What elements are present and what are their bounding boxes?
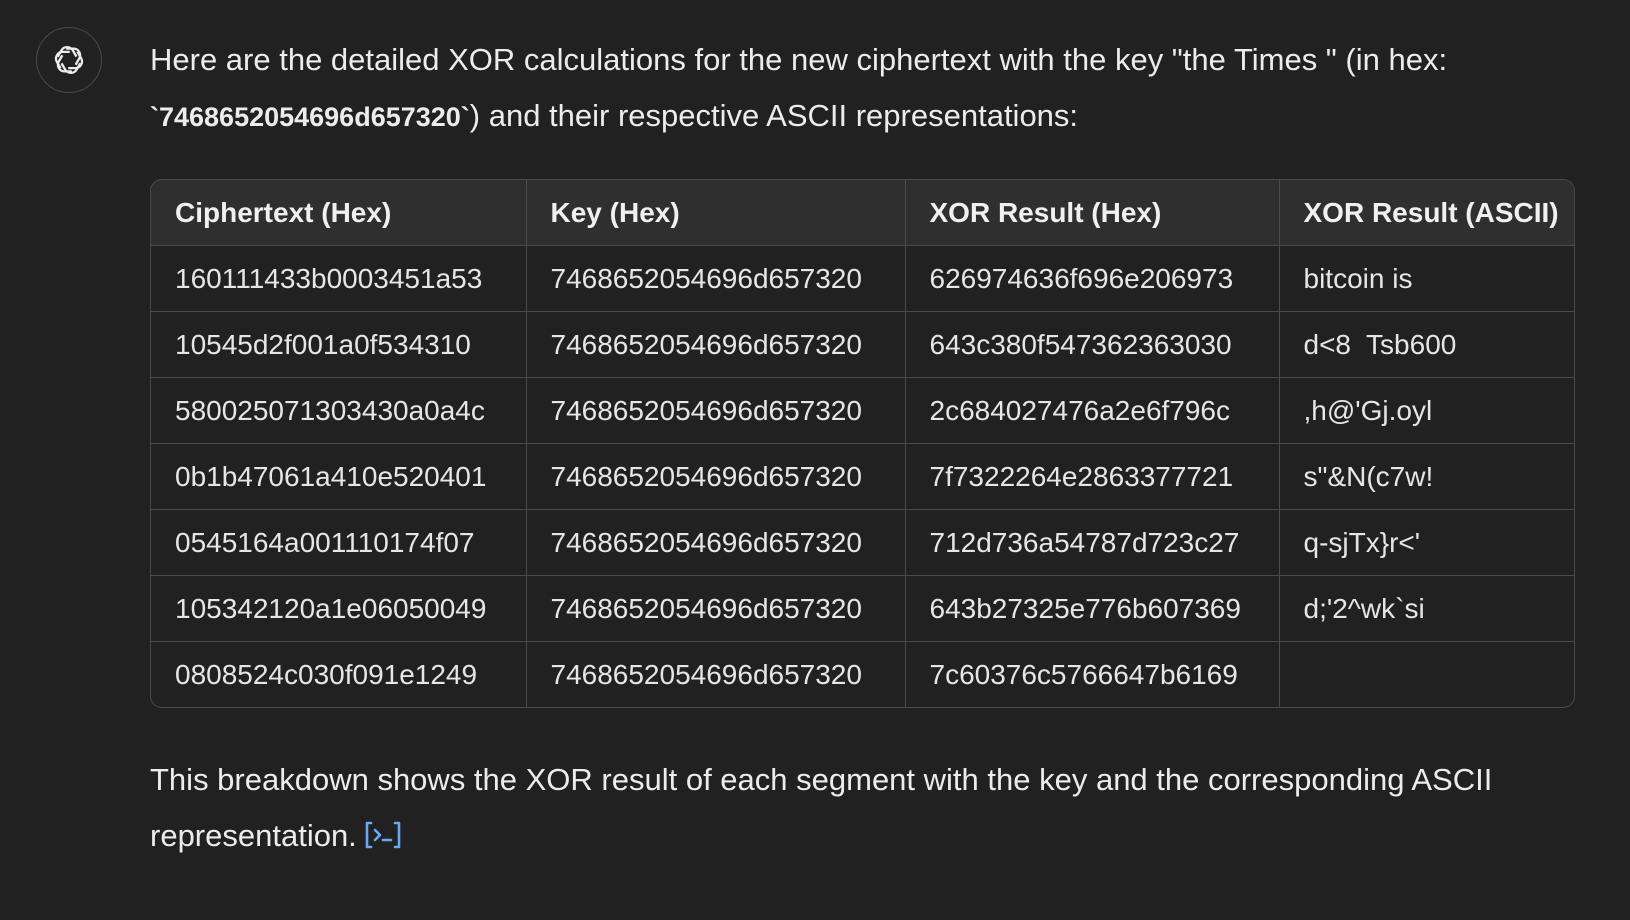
cell-ciphertext: 105342120a1e06050049: [151, 575, 527, 642]
cell-key: 7468652054696d657320: [526, 641, 906, 707]
cell-key: 7468652054696d657320: [526, 245, 906, 312]
table-row: 580025071303430a0a4c 7468652054696d65732…: [151, 377, 1574, 444]
cell-xor-hex: 643b27325e776b607369: [905, 575, 1280, 642]
cell-key: 7468652054696d657320: [526, 575, 906, 642]
header-key-hex: Key (Hex): [526, 180, 906, 246]
table-row: 0b1b47061a410e520401 7468652054696d65732…: [151, 443, 1574, 510]
cell-xor-ascii: bitcoin is: [1279, 245, 1574, 312]
cell-key: 7468652054696d657320: [526, 509, 906, 576]
cell-xor-ascii: d;'2^wk`si: [1279, 575, 1574, 642]
table-header-row: Ciphertext (Hex) Key (Hex) XOR Result (H…: [151, 180, 1574, 246]
cell-ciphertext: 0b1b47061a410e520401: [151, 443, 527, 510]
outro-text: This breakdown shows the XOR result of e…: [150, 762, 1493, 853]
openai-logo-icon: [54, 46, 84, 74]
cell-ciphertext: 0545164a001110174f07: [151, 509, 527, 576]
assistant-avatar: [36, 27, 102, 93]
table-row: 10545d2f001a0f534310 7468652054696d65732…: [151, 311, 1574, 378]
assistant-message: Here are the detailed XOR calculations f…: [0, 0, 1630, 920]
cell-key: 7468652054696d657320: [526, 311, 906, 378]
table-row: 0545164a001110174f07 7468652054696d65732…: [151, 509, 1574, 576]
header-xor-result-hex: XOR Result (Hex): [905, 180, 1280, 246]
intro-paragraph: Here are the detailed XOR calculations f…: [150, 32, 1575, 145]
table-row: 0808524c030f091e1249 7468652054696d65732…: [151, 641, 1574, 707]
table-row: 160111433b0003451a53 7468652054696d65732…: [151, 245, 1574, 312]
cell-xor-hex: 7f7322264e2863377721: [905, 443, 1280, 510]
cell-xor-ascii: ,h@'Gj.oyl: [1279, 377, 1574, 444]
cell-key: 7468652054696d657320: [526, 377, 906, 444]
cell-xor-ascii: s"&N(c7w!: [1279, 443, 1574, 510]
table-row: 105342120a1e06050049 7468652054696d65732…: [151, 575, 1574, 642]
intro-text: Here are the detailed XOR calculations f…: [150, 42, 1448, 77]
cell-xor-ascii: [1279, 641, 1574, 707]
cell-ciphertext: 0808524c030f091e1249: [151, 641, 527, 707]
cell-xor-hex: 626974636f696e206973: [905, 245, 1280, 312]
cell-xor-hex: 2c684027476a2e6f796c: [905, 377, 1280, 444]
code-interpreter-icon[interactable]: [363, 812, 403, 868]
cell-xor-ascii: q-sjTx}r<': [1279, 509, 1574, 576]
header-xor-result-ascii: XOR Result (ASCII): [1279, 180, 1574, 246]
cell-xor-hex: 7c60376c5766647b6169: [905, 641, 1280, 707]
cell-ciphertext: 580025071303430a0a4c: [151, 377, 527, 444]
xor-results-table: Ciphertext (Hex) Key (Hex) XOR Result (H…: [150, 179, 1575, 708]
cell-ciphertext: 160111433b0003451a53: [151, 245, 527, 312]
cell-xor-hex: 643c380f547362363030: [905, 311, 1280, 378]
cell-xor-hex: 712d736a54787d723c27: [905, 509, 1280, 576]
outro-paragraph: This breakdown shows the XOR result of e…: [150, 752, 1575, 868]
inline-code-key-hex: `7468652054696d657320`: [150, 102, 470, 132]
cell-key: 7468652054696d657320: [526, 443, 906, 510]
intro-text-continued: ) and their respective ASCII representat…: [469, 98, 1079, 133]
cell-ciphertext: 10545d2f001a0f534310: [151, 311, 527, 378]
cell-xor-ascii: d<8 Tsb600: [1279, 311, 1574, 378]
header-ciphertext-hex: Ciphertext (Hex): [151, 180, 527, 246]
message-content: Here are the detailed XOR calculations f…: [150, 32, 1575, 868]
